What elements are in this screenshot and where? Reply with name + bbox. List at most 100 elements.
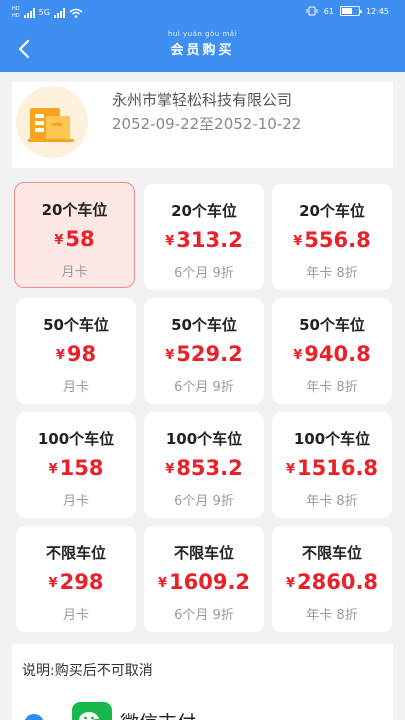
company-name: 永州市掌轻松科技有限公司 xyxy=(112,91,293,109)
plan-price-value: 58 xyxy=(65,227,95,251)
battery-icon xyxy=(339,6,362,16)
plan-spots: 20个车位 xyxy=(299,202,365,220)
page-title-pinyin: huì yuán gòu mǎi xyxy=(167,30,237,38)
signal-icon xyxy=(53,7,65,18)
membership-date-range: 2052-09-22至2052-10-22 xyxy=(112,115,302,133)
plan-spots: 不限车位 xyxy=(173,544,234,562)
plan-price-value: 98 xyxy=(66,342,97,366)
currency-symbol: ¥ xyxy=(157,576,167,591)
plan-price: ¥2860.8 xyxy=(272,570,392,594)
purchase-notice: 说明:购买后不可取消 xyxy=(22,663,153,679)
plan-price: ¥313.2 xyxy=(144,228,264,252)
plan-note: 年卡 8折 xyxy=(306,608,358,623)
currency-symbol: ¥ xyxy=(285,462,295,477)
plan-price: ¥853.2 xyxy=(144,456,264,480)
plan-price: ¥1609.2 xyxy=(144,570,264,594)
payment-option-wechat[interactable]: 微信支付 xyxy=(22,702,383,720)
plan-spots: 20个车位 xyxy=(41,201,108,219)
company-logo xyxy=(16,86,88,158)
currency-symbol: ¥ xyxy=(48,576,58,591)
plan-option[interactable]: 100个车位 ¥158 月卡 xyxy=(16,412,136,518)
plan-spots: 100个车位 xyxy=(165,430,243,448)
plan-option[interactable]: 不限车位 ¥1609.2 6个月 9折 xyxy=(144,526,264,632)
plan-spots: 50个车位 xyxy=(299,316,365,334)
plan-option[interactable]: 100个车位 ¥853.2 6个月 9折 xyxy=(144,412,264,518)
plan-price-value: 2860.8 xyxy=(297,570,379,594)
plan-price-value: 1609.2 xyxy=(169,570,251,594)
plan-price-value: 556.8 xyxy=(304,228,371,252)
building-icon xyxy=(28,108,74,142)
app-header: HD HD 5G 61 12:45 huì yuán gòu mǎi 会员购买 xyxy=(0,0,405,72)
plan-option[interactable]: 50个车位 ¥98 月卡 xyxy=(16,298,136,404)
vibrate-icon xyxy=(306,6,318,16)
payment-card: 说明:购买后不可取消 微信支付 xyxy=(12,644,393,720)
plan-option[interactable]: 50个车位 ¥940.8 年卡 8折 xyxy=(272,298,392,404)
plan-spots: 20个车位 xyxy=(171,202,237,220)
battery-percent: 61 xyxy=(323,6,334,16)
plan-note: 年卡 8折 xyxy=(306,494,358,509)
plan-spots: 不限车位 xyxy=(45,544,106,562)
payment-method-label: 微信支付 xyxy=(120,708,196,720)
status-right: 61 12:45 xyxy=(306,6,389,16)
plan-price: ¥58 xyxy=(15,227,134,251)
plan-note: 月卡 xyxy=(62,608,89,623)
plan-spots: 不限车位 xyxy=(301,544,362,562)
currency-symbol: ¥ xyxy=(48,462,58,477)
currency-symbol: ¥ xyxy=(293,234,303,249)
plan-price: ¥298 xyxy=(16,570,136,594)
plan-price-value: 940.8 xyxy=(304,342,371,366)
plan-spots: 100个车位 xyxy=(293,430,371,448)
plan-option[interactable]: 50个车位 ¥529.2 6个月 9折 xyxy=(144,298,264,404)
plan-price: ¥556.8 xyxy=(272,228,392,252)
plan-note: 6个月 9折 xyxy=(174,380,234,395)
plan-option[interactable]: 20个车位 ¥556.8 年卡 8折 xyxy=(272,184,392,290)
currency-symbol: ¥ xyxy=(55,348,65,363)
radio-selected-icon[interactable] xyxy=(24,714,44,720)
currency-symbol: ¥ xyxy=(54,233,64,248)
plan-price: ¥158 xyxy=(16,456,136,480)
currency-symbol: ¥ xyxy=(293,348,303,363)
plan-option[interactable]: 不限车位 ¥2860.8 年卡 8折 xyxy=(272,526,392,632)
plan-price: ¥98 xyxy=(16,342,136,366)
plan-note: 年卡 8折 xyxy=(306,266,358,281)
plan-option[interactable]: 20个车位 ¥313.2 6个月 9折 xyxy=(144,184,264,290)
plan-price-value: 853.2 xyxy=(176,456,243,480)
plan-price-value: 313.2 xyxy=(176,228,243,252)
sim-label: HD xyxy=(12,13,20,19)
plan-price: ¥1516.8 xyxy=(272,456,392,480)
plan-price-value: 298 xyxy=(59,570,104,594)
status-left: HD HD 5G xyxy=(12,6,83,19)
plan-option[interactable]: 100个车位 ¥1516.8 年卡 8折 xyxy=(272,412,392,518)
plan-note: 月卡 xyxy=(61,265,88,280)
network-type: 5G xyxy=(38,8,50,17)
plan-note: 月卡 xyxy=(62,380,89,395)
status-bar: HD HD 5G 61 12:45 xyxy=(0,0,405,28)
plan-price: ¥529.2 xyxy=(144,342,264,366)
wechat-pay-icon xyxy=(72,702,112,720)
company-card: 永州市掌轻松科技有限公司 2052-09-22至2052-10-22 xyxy=(12,82,393,168)
sim-indicator: HD HD xyxy=(12,6,20,19)
plan-note: 年卡 8折 xyxy=(306,380,358,395)
currency-symbol: ¥ xyxy=(285,576,295,591)
plan-note: 6个月 9折 xyxy=(174,608,234,623)
currency-symbol: ¥ xyxy=(165,234,175,249)
page-title: 会员购买 xyxy=(170,43,235,58)
plan-note: 6个月 9折 xyxy=(174,266,234,281)
plan-price-value: 158 xyxy=(59,456,104,480)
plan-price: ¥940.8 xyxy=(272,342,392,366)
clock: 12:45 xyxy=(365,6,389,16)
currency-symbol: ¥ xyxy=(165,462,175,477)
plan-option[interactable]: 不限车位 ¥298 月卡 xyxy=(16,526,136,632)
plan-note: 月卡 xyxy=(62,494,89,509)
page-title-group: huì yuán gòu mǎi 会员购买 xyxy=(0,30,405,58)
wechat-bubbles-icon xyxy=(79,712,102,720)
plan-price-value: 529.2 xyxy=(176,342,243,366)
plan-spots: 100个车位 xyxy=(37,430,115,448)
wifi-icon xyxy=(69,8,83,18)
plan-note: 6个月 9折 xyxy=(174,494,234,509)
plan-option[interactable]: 20个车位 ¥58 月卡 xyxy=(14,182,135,288)
plan-spots: 50个车位 xyxy=(171,316,237,334)
sim-label: HD xyxy=(12,6,20,12)
signal-icon xyxy=(23,7,35,18)
plan-price-value: 1516.8 xyxy=(297,456,379,480)
